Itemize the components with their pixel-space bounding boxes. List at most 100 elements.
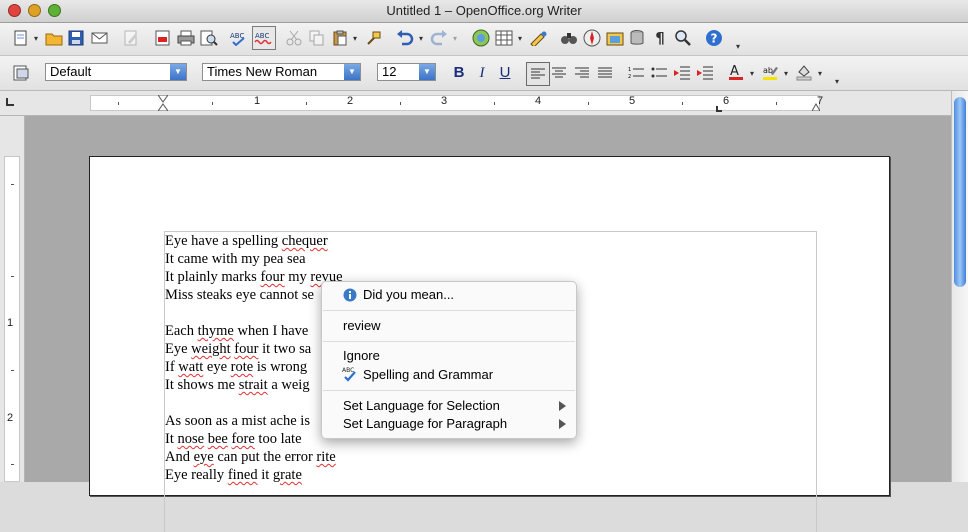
text-run: is wrong: [253, 359, 308, 375]
svg-text:1: 1: [628, 67, 631, 73]
table-dropdown-arrow[interactable]: ▾: [516, 35, 524, 43]
background-color-icon[interactable]: [795, 63, 813, 81]
increase-indent-icon[interactable]: [696, 64, 714, 82]
zoom-icon[interactable]: [674, 29, 692, 47]
align-right-icon[interactable]: [573, 64, 591, 82]
email-icon[interactable]: [91, 29, 109, 47]
text-line[interactable]: Eye have a spelling chequer: [165, 232, 805, 250]
undo-icon[interactable]: [396, 29, 414, 47]
text-run: As soon as a mist ache is: [165, 413, 310, 429]
misspelled-word[interactable]: watt: [178, 359, 203, 375]
misspelled-word[interactable]: strait: [239, 377, 268, 393]
vertical-scrollbar[interactable]: [951, 91, 968, 482]
print-icon[interactable]: [177, 29, 195, 47]
misspelled-word[interactable]: rote: [231, 359, 254, 375]
table-icon[interactable]: [495, 29, 513, 47]
redo-dropdown-arrow[interactable]: ▾: [451, 35, 459, 43]
toolbar-overflow-arrow[interactable]: ▾: [734, 43, 742, 51]
text-line[interactable]: It came with my pea sea: [165, 250, 805, 268]
misspelled-word[interactable]: grate: [273, 467, 302, 483]
redo-icon[interactable]: [430, 29, 448, 47]
decrease-indent-icon[interactable]: [673, 64, 691, 82]
underline-button[interactable]: U: [496, 64, 514, 82]
paste-icon[interactable]: [331, 29, 349, 47]
text-line[interactable]: Eye really fined it grate: [165, 466, 805, 484]
help-icon[interactable]: ?: [705, 29, 723, 47]
italic-button[interactable]: I: [473, 64, 491, 82]
undo-dropdown-arrow[interactable]: ▾: [417, 35, 425, 43]
autospellcheck-icon[interactable]: ABC: [252, 26, 276, 50]
spelling-grammar-label: Spelling and Grammar: [363, 367, 494, 382]
text-line[interactable]: And eye can put the error rite: [165, 448, 805, 466]
numbering-icon[interactable]: 12: [627, 64, 645, 82]
ignore-item[interactable]: Ignore: [322, 347, 576, 365]
styles-formatting-icon[interactable]: [12, 64, 30, 82]
font-color-dropdown-arrow[interactable]: ▾: [748, 70, 756, 78]
formatting-overflow-arrow[interactable]: ▾: [833, 78, 841, 86]
align-center-icon[interactable]: [550, 64, 568, 82]
font-name-dropdown-icon[interactable]: ▼: [344, 64, 360, 80]
set-language-paragraph-item[interactable]: Set Language for Paragraph: [322, 415, 576, 433]
indent-marker-icon[interactable]: [157, 94, 169, 114]
font-size-combo[interactable]: 12 ▼: [377, 63, 436, 81]
highlighting-icon[interactable]: ab: [761, 63, 779, 81]
misspelled-word[interactable]: bee: [208, 431, 228, 447]
paste-dropdown-arrow[interactable]: ▾: [351, 35, 359, 43]
did-you-mean-header: Did you mean...: [322, 286, 576, 304]
font-size-dropdown-icon[interactable]: ▼: [419, 64, 435, 80]
suggestion-review-item[interactable]: review: [322, 317, 576, 335]
misspelled-word[interactable]: eye: [194, 449, 214, 465]
save-icon[interactable]: [67, 29, 85, 47]
font-color-icon[interactable]: A: [727, 63, 745, 81]
draw-functions-icon[interactable]: [529, 29, 547, 47]
paragraph-style-combo[interactable]: Default ▼: [45, 63, 187, 81]
text-run: It shows me: [165, 377, 239, 393]
export-pdf-icon[interactable]: [154, 29, 172, 47]
misspelled-word[interactable]: weight: [191, 341, 230, 357]
misspelled-word[interactable]: chequer: [282, 233, 328, 249]
page-preview-icon[interactable]: [200, 29, 218, 47]
navigator-icon[interactable]: [472, 29, 490, 47]
misspelled-word[interactable]: four: [260, 269, 284, 285]
scrollbar-thumb[interactable]: [954, 97, 966, 287]
title-bar: Untitled 1 – OpenOffice.org Writer: [0, 0, 968, 23]
highlighting-dropdown-arrow[interactable]: ▾: [782, 70, 790, 78]
open-folder-icon[interactable]: [45, 29, 63, 47]
misspelled-word[interactable]: four: [234, 341, 258, 357]
new-document-icon[interactable]: [12, 29, 30, 47]
background-color-dropdown-arrow[interactable]: ▾: [816, 70, 824, 78]
horizontal-ruler[interactable]: 1 2 3 4 5 6 7: [0, 91, 968, 116]
misspelled-word[interactable]: nose: [177, 431, 204, 447]
tab-stop-marker[interactable]: [716, 106, 722, 112]
navigator-compass-icon[interactable]: [583, 29, 601, 47]
right-indent-marker-icon[interactable]: [811, 95, 821, 114]
paragraph-style-dropdown-icon[interactable]: ▼: [170, 64, 186, 80]
spelling-grammar-item[interactable]: ABC Spelling and Grammar: [322, 366, 576, 384]
align-left-icon[interactable]: [526, 62, 550, 86]
bold-button[interactable]: B: [450, 64, 468, 82]
misspelled-word[interactable]: fined: [228, 467, 258, 483]
gallery-icon[interactable]: [606, 29, 624, 47]
misspelled-word[interactable]: thyme: [198, 323, 234, 339]
new-dropdown-arrow[interactable]: ▾: [32, 35, 40, 43]
edit-file-icon[interactable]: [122, 29, 140, 47]
ruler-label: 6: [723, 95, 730, 107]
copy-icon[interactable]: [308, 29, 326, 47]
menu-separator: [323, 310, 575, 311]
clone-format-icon[interactable]: [364, 29, 382, 47]
misspelled-word[interactable]: rite: [316, 449, 335, 465]
spellcheck-icon[interactable]: ABC: [229, 29, 247, 47]
submenu-arrow-icon: [559, 401, 566, 411]
justify-icon[interactable]: [596, 64, 614, 82]
misspelled-word[interactable]: fore: [231, 431, 254, 447]
formatting-marks-icon[interactable]: ¶: [651, 29, 669, 47]
font-name-combo[interactable]: Times New Roman ▼: [202, 63, 361, 81]
data-sources-icon[interactable]: [628, 29, 646, 47]
cut-icon[interactable]: [285, 29, 303, 47]
set-language-selection-item[interactable]: Set Language for Selection: [322, 397, 576, 415]
find-replace-icon[interactable]: [560, 29, 578, 47]
tab-type-icon[interactable]: [6, 98, 14, 106]
bullets-icon[interactable]: [650, 64, 668, 82]
text-run: If: [165, 359, 179, 375]
vertical-ruler[interactable]: 1 2: [0, 116, 25, 482]
